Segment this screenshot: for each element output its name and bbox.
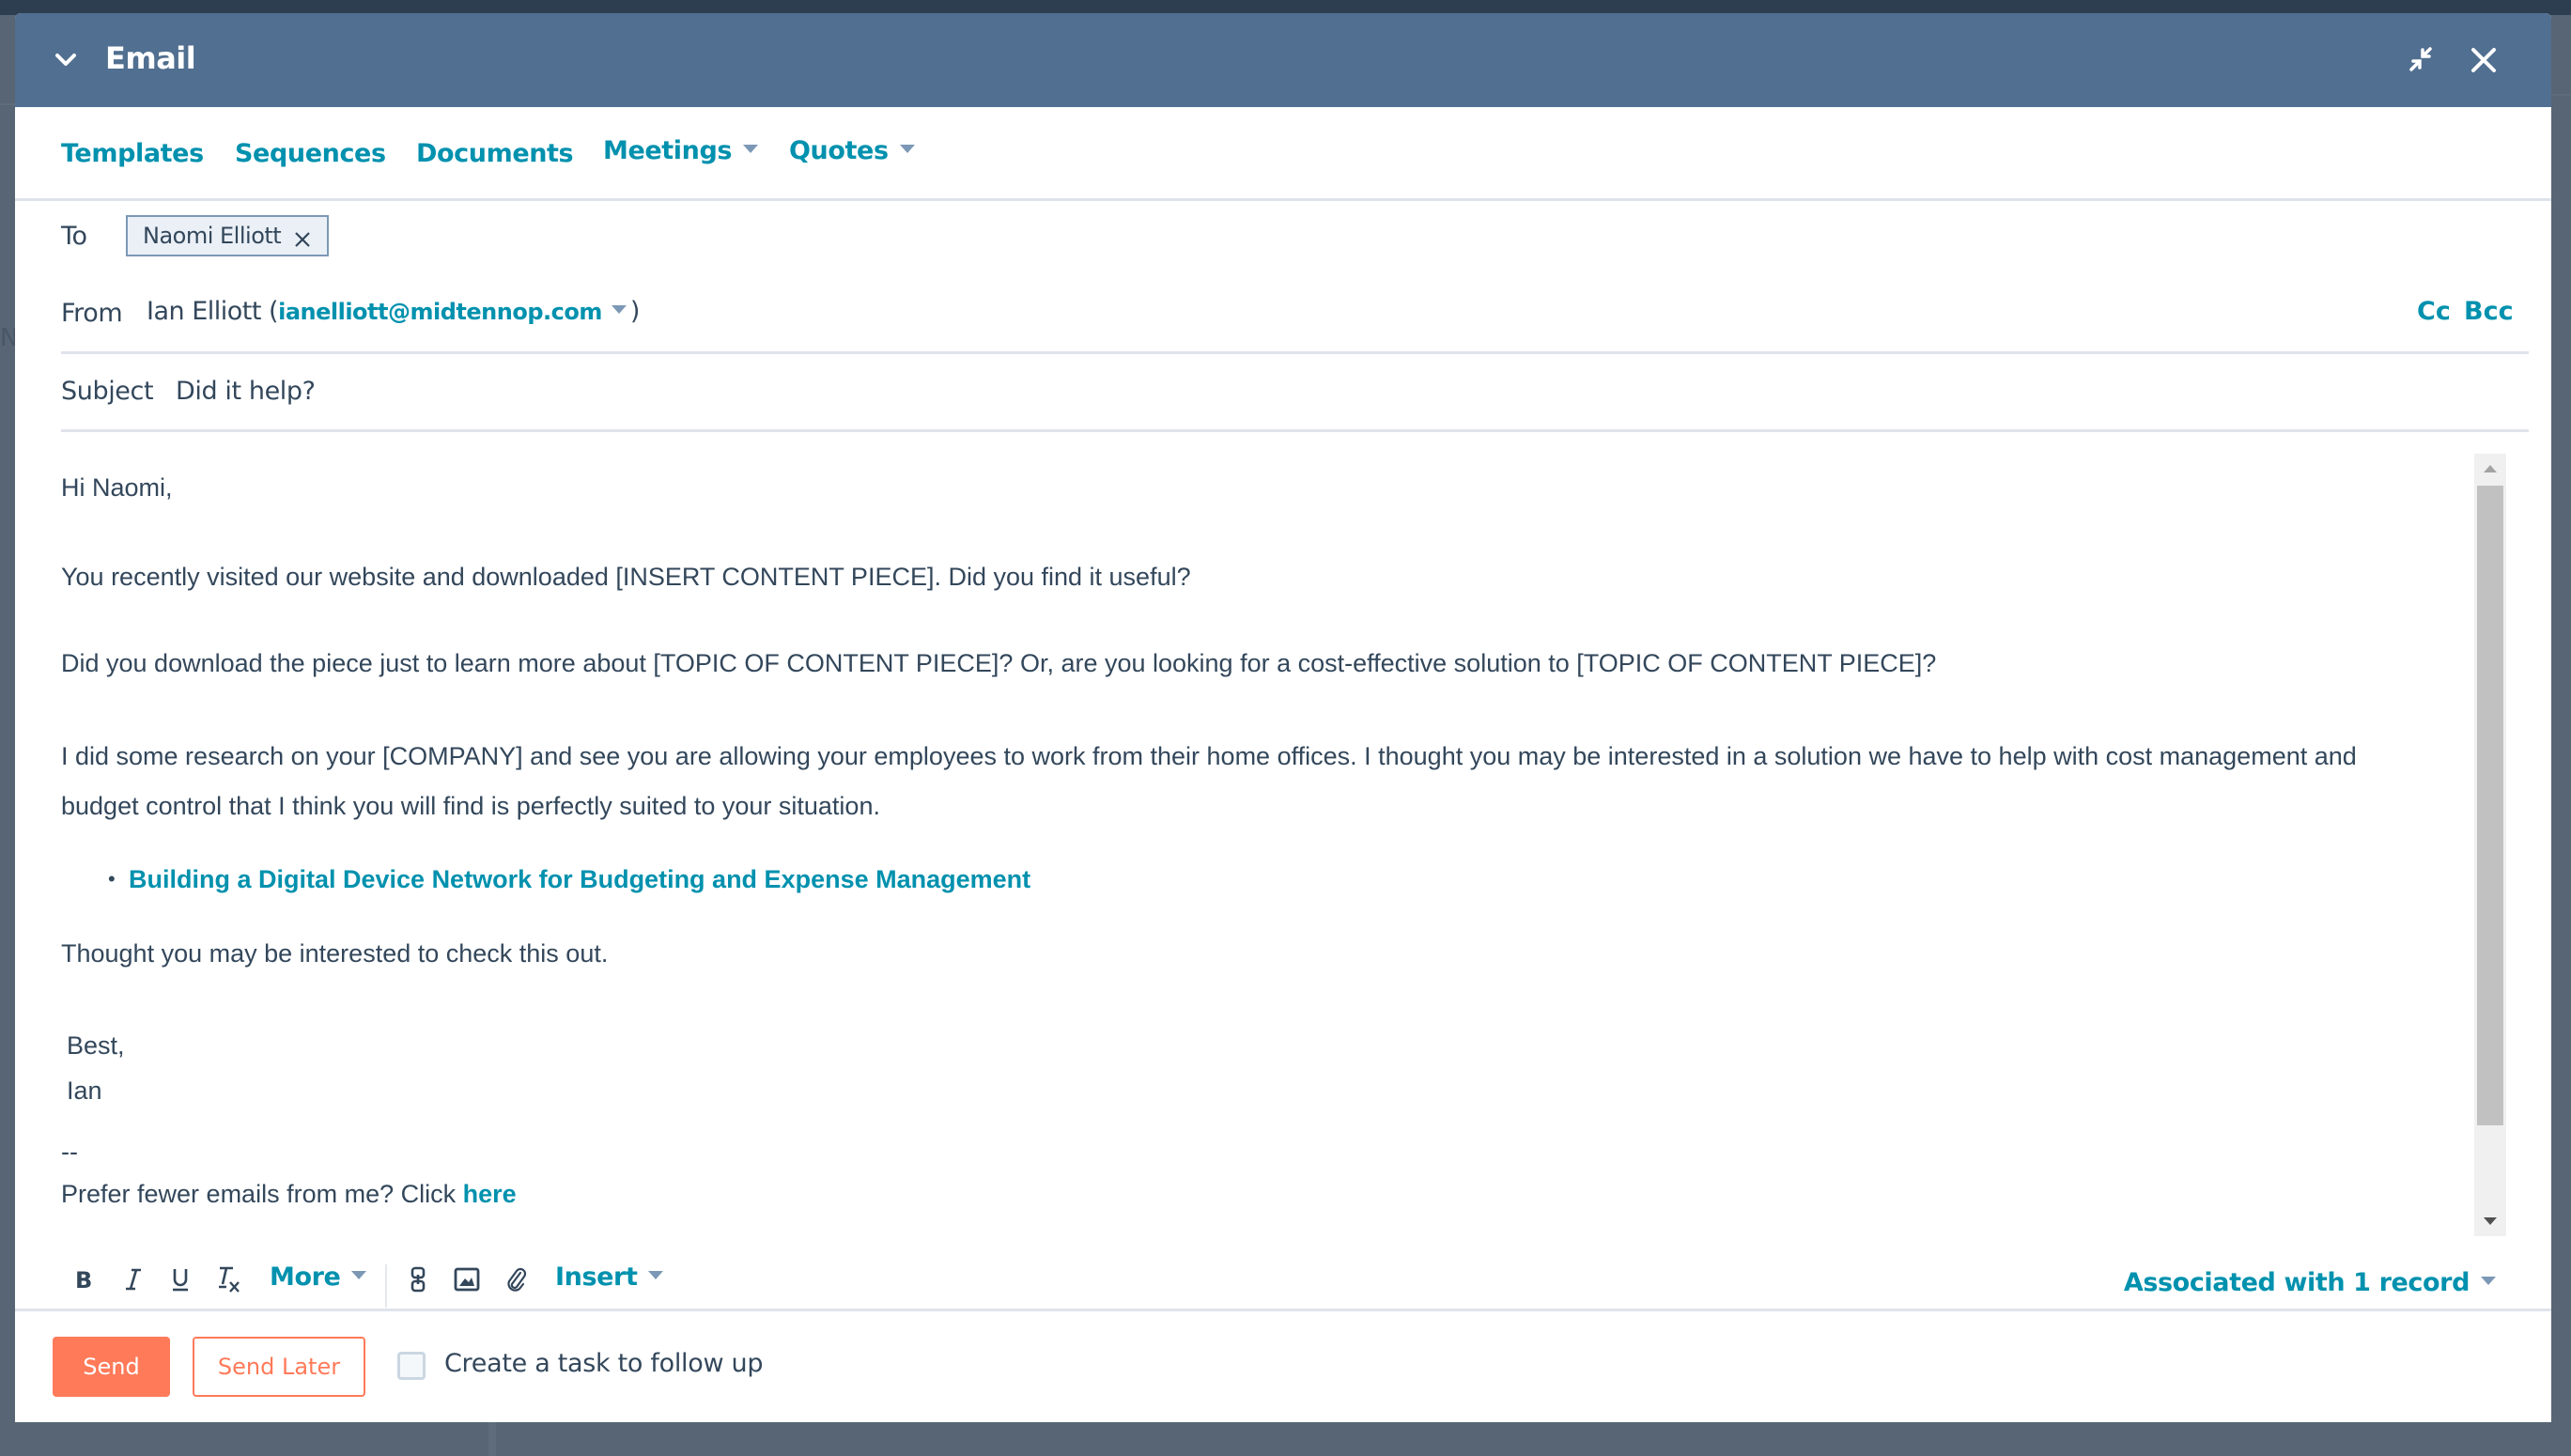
- background-divider: [2551, 94, 2571, 96]
- body-paragraph: Thought you may be interested to check t…: [61, 939, 609, 968]
- unsubscribe-text: Prefer fewer emails from me? Click: [61, 1180, 463, 1208]
- dialog-header: Email: [15, 13, 2551, 107]
- signature-name: Ian: [67, 1077, 102, 1105]
- associations-label: Associated with 1 record: [2123, 1268, 2470, 1297]
- scroll-down-arrow-icon[interactable]: [2484, 1217, 2497, 1225]
- italic-icon[interactable]: [119, 1264, 147, 1294]
- from-divider: [61, 351, 2529, 354]
- nav-quotes[interactable]: Quotes: [789, 136, 915, 165]
- toolbar-separator: [385, 1264, 387, 1308]
- scroll-up-arrow-icon[interactable]: [2484, 465, 2497, 472]
- body-paragraph: budget control that I think you will fin…: [61, 792, 880, 820]
- follow-up-checkbox[interactable]: [397, 1352, 426, 1380]
- footer-divider: [15, 1309, 2551, 1311]
- follow-up-label[interactable]: Create a task to follow up: [444, 1349, 764, 1378]
- associations-dropdown[interactable]: Associated with 1 record: [2124, 1268, 2496, 1297]
- from-email[interactable]: ianelliott@midtennop.com: [278, 299, 602, 325]
- body-paragraph: Did you download the piece just to learn…: [61, 649, 1937, 677]
- subject-label: Subject: [61, 377, 154, 406]
- caret-down-icon: [2481, 1277, 2496, 1285]
- from-label: From: [61, 299, 123, 328]
- insert-label: Insert: [555, 1262, 638, 1292]
- compose-tools-nav: Templates Sequences Documents Meetings Q…: [15, 107, 2551, 201]
- image-icon[interactable]: [453, 1264, 481, 1294]
- caret-down-icon: [648, 1271, 664, 1279]
- nav-templates[interactable]: Templates: [61, 139, 204, 168]
- recipient-name: Naomi Elliott: [143, 223, 282, 249]
- bold-icon[interactable]: B: [70, 1264, 98, 1294]
- link-icon[interactable]: [404, 1264, 432, 1294]
- nav-quotes-label: Quotes: [789, 136, 889, 165]
- bcc-button[interactable]: Bcc: [2464, 297, 2514, 326]
- more-label: More: [270, 1262, 341, 1292]
- content-offer-link[interactable]: Building a Digital Device Network for Bu…: [129, 865, 1030, 893]
- to-label: To: [61, 222, 87, 251]
- nav-meetings[interactable]: Meetings: [603, 136, 759, 165]
- body-paragraph: I did some research on your [COMPANY] an…: [61, 742, 2357, 770]
- minimize-arrows-icon[interactable]: [2404, 41, 2441, 79]
- signature-separator: --: [61, 1138, 78, 1166]
- bullet-icon: •: [108, 867, 116, 891]
- nav-sequences[interactable]: Sequences: [235, 139, 386, 168]
- background-divider: [488, 1422, 496, 1456]
- unsubscribe-link[interactable]: here: [463, 1180, 517, 1208]
- body-paragraph: You recently visited our website and dow…: [61, 563, 1191, 591]
- background-divider: [0, 103, 15, 105]
- underline-icon[interactable]: [166, 1264, 194, 1294]
- body-scrollbar[interactable]: [2474, 454, 2506, 1236]
- send-button[interactable]: Send: [53, 1337, 170, 1397]
- cc-button[interactable]: Cc: [2417, 297, 2451, 326]
- caret-down-icon: [611, 305, 627, 314]
- close-icon[interactable]: [2465, 41, 2502, 79]
- svg-text:B: B: [75, 1267, 92, 1292]
- more-menu-button[interactable]: More: [270, 1262, 367, 1292]
- chevron-down-icon[interactable]: [49, 43, 83, 77]
- caret-down-icon: [899, 145, 915, 153]
- send-later-button[interactable]: Send Later: [193, 1337, 365, 1397]
- dialog-title: Email: [105, 40, 196, 76]
- body-greeting: Hi Naomi,: [61, 473, 173, 502]
- subject-divider: [61, 429, 2529, 432]
- remove-recipient-icon[interactable]: [294, 227, 311, 247]
- nav-meetings-label: Meetings: [603, 136, 733, 165]
- subject-input[interactable]: Did it help?: [176, 377, 316, 406]
- clear-formatting-icon[interactable]: [215, 1264, 243, 1294]
- caret-down-icon: [743, 145, 759, 153]
- paperclip-icon[interactable]: [502, 1264, 530, 1294]
- insert-menu-button[interactable]: Insert: [555, 1262, 664, 1292]
- email-compose-dialog: Email Templates Sequences Documents Meet…: [15, 13, 2551, 1422]
- nav-documents[interactable]: Documents: [416, 139, 574, 168]
- from-name: Ian Elliott: [147, 297, 261, 326]
- from-selector[interactable]: Ian Elliott (ianelliott@midtennop.com): [147, 297, 640, 326]
- email-body-editor[interactable]: Hi Naomi, You recently visited our websi…: [61, 450, 2466, 1244]
- recipient-chip[interactable]: Naomi Elliott: [126, 215, 329, 256]
- scrollbar-thumb[interactable]: [2477, 486, 2503, 1125]
- signoff: Best,: [67, 1031, 125, 1060]
- caret-down-icon: [351, 1271, 367, 1279]
- formatting-toolbar: B More Insert Associated with 1 record: [15, 1251, 2551, 1308]
